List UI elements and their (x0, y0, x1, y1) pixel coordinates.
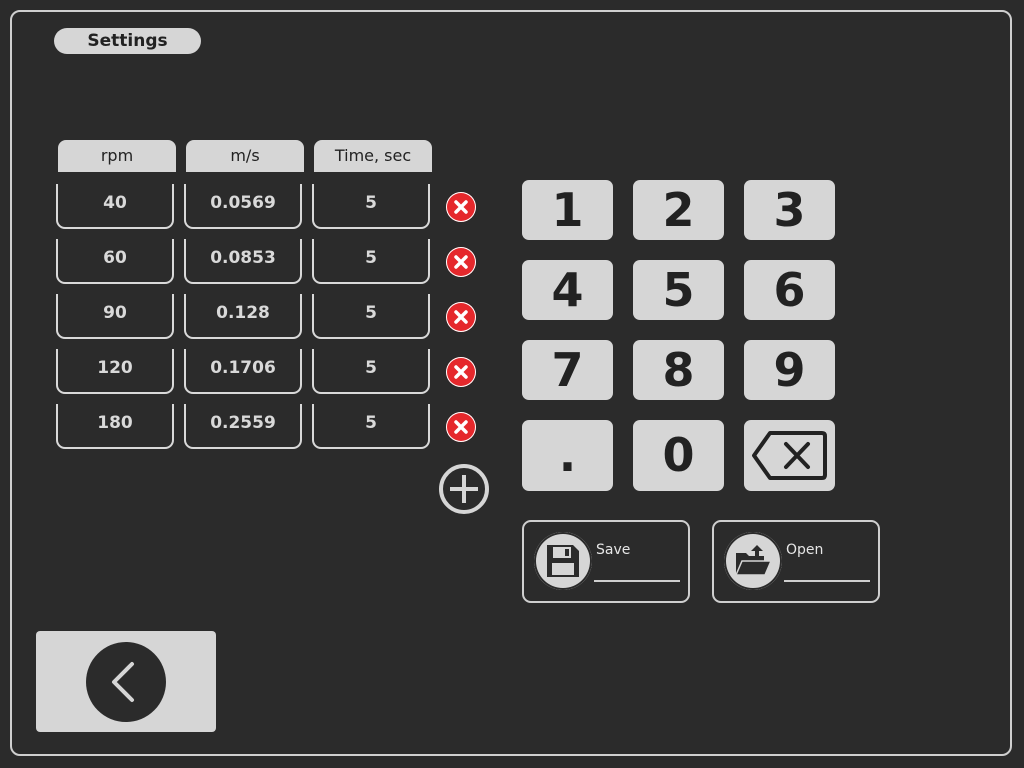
key-2[interactable]: 2 (633, 180, 724, 240)
delete-row-button[interactable] (446, 302, 476, 332)
delete-row-button[interactable] (446, 412, 476, 442)
cell-rpm[interactable]: 60 (56, 239, 174, 284)
folder-open-icon (734, 545, 773, 576)
delete-row-button[interactable] (446, 192, 476, 222)
plus-circle-icon (439, 464, 489, 514)
key-5[interactable]: 5 (633, 260, 724, 320)
key-4[interactable]: 4 (522, 260, 613, 320)
open-label: Open (786, 542, 824, 558)
cell-time[interactable]: 5 (312, 349, 430, 394)
cell-ms[interactable]: 0.2559 (184, 404, 302, 449)
delete-row-button[interactable] (446, 357, 476, 387)
cell-time[interactable]: 5 (312, 239, 430, 284)
save-button[interactable]: Save (522, 520, 690, 603)
key-3[interactable]: 3 (744, 180, 835, 240)
save-underline (594, 580, 680, 582)
cell-time[interactable]: 5 (312, 184, 430, 229)
key-6[interactable]: 6 (744, 260, 835, 320)
key-7[interactable]: 7 (522, 340, 613, 400)
delete-x-icon (454, 365, 468, 379)
key-0[interactable]: 0 (633, 420, 724, 491)
delete-x-icon (454, 310, 468, 324)
delete-x-icon (454, 255, 468, 269)
key-9[interactable]: 9 (744, 340, 835, 400)
cell-rpm[interactable]: 120 (56, 349, 174, 394)
page-title: Settings (54, 28, 201, 54)
back-button[interactable] (36, 631, 216, 732)
cell-ms[interactable]: 0.1706 (184, 349, 302, 394)
column-header-time: Time, sec (314, 140, 432, 172)
open-button[interactable]: Open (712, 520, 880, 603)
cell-time[interactable]: 5 (312, 404, 430, 449)
key-1[interactable]: 1 (522, 180, 613, 240)
add-row-button[interactable] (438, 463, 490, 515)
cell-rpm[interactable]: 90 (56, 294, 174, 339)
cell-ms[interactable]: 0.0853 (184, 239, 302, 284)
chevron-left-icon (112, 662, 134, 702)
floppy-disk-icon (547, 545, 579, 577)
backspace-icon (752, 431, 827, 480)
open-underline (784, 580, 870, 582)
key-8[interactable]: 8 (633, 340, 724, 400)
key-backspace[interactable] (744, 420, 835, 491)
key-decimal[interactable]: . (522, 420, 613, 491)
column-header-rpm: rpm (58, 140, 176, 172)
save-label: Save (596, 542, 631, 558)
cell-rpm[interactable]: 40 (56, 184, 174, 229)
cell-ms[interactable]: 0.128 (184, 294, 302, 339)
cell-rpm[interactable]: 180 (56, 404, 174, 449)
delete-row-button[interactable] (446, 247, 476, 277)
column-header-ms: m/s (186, 140, 304, 172)
delete-x-icon (454, 420, 468, 434)
cell-ms[interactable]: 0.0569 (184, 184, 302, 229)
delete-x-icon (454, 200, 468, 214)
cell-time[interactable]: 5 (312, 294, 430, 339)
